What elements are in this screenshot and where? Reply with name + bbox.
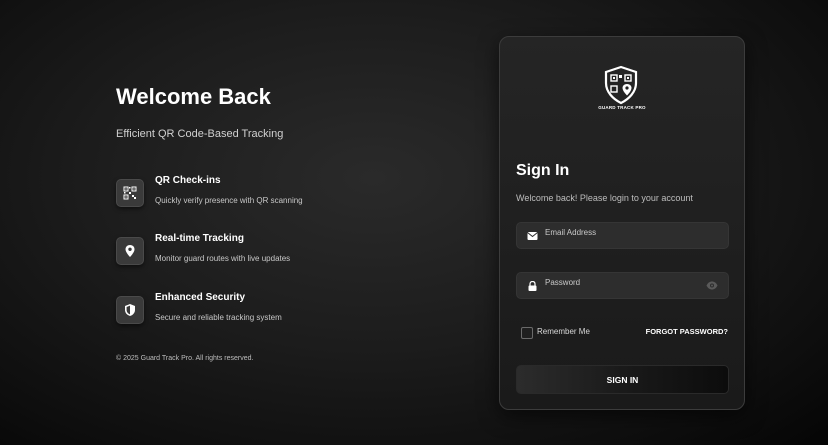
- copyright-text: © 2025 Guard Track Pro. All rights reser…: [116, 355, 254, 362]
- location-pin-icon: [116, 237, 144, 265]
- remember-me-label: Remember Me: [537, 327, 590, 336]
- sign-in-subtitle: Welcome back! Please login to your accou…: [516, 193, 693, 203]
- sign-in-card: GUARD TRACK PRO Sign In Welcome back! Pl…: [499, 36, 745, 410]
- password-field[interactable]: Password: [516, 272, 729, 299]
- feature-realtime-tracking: Real-time Tracking Monitor guard routes …: [116, 233, 436, 277]
- guard-track-pro-logo-icon: [603, 65, 639, 105]
- welcome-title: Welcome Back: [116, 84, 271, 109]
- qr-code-icon: [116, 179, 144, 207]
- lock-icon: [528, 281, 537, 291]
- welcome-subtitle: Efficient QR Code-Based Tracking: [116, 128, 284, 140]
- forgot-password-link[interactable]: FORGOT PASSWORD?: [646, 327, 728, 336]
- brand-name: GUARD TRACK PRO: [598, 105, 646, 110]
- feature-title: QR Check-ins: [155, 175, 221, 186]
- remember-me-checkbox[interactable]: [521, 327, 533, 339]
- envelope-icon: [527, 232, 538, 240]
- email-placeholder: Email Address: [545, 228, 597, 237]
- feature-description: Quickly verify presence with QR scanning: [155, 196, 303, 205]
- sign-in-title: Sign In: [516, 162, 570, 179]
- feature-title: Real-time Tracking: [155, 233, 244, 244]
- feature-description: Monitor guard routes with live updates: [155, 254, 291, 263]
- email-field[interactable]: Email Address: [516, 222, 729, 249]
- feature-description: Secure and reliable tracking system: [155, 313, 282, 322]
- feature-enhanced-security: Enhanced Security Secure and reliable tr…: [116, 292, 436, 336]
- feature-title: Enhanced Security: [155, 292, 246, 303]
- eye-icon[interactable]: [706, 281, 718, 290]
- password-placeholder: Password: [545, 278, 581, 287]
- feature-qr-checkins: QR Check-ins Quickly verify presence wit…: [116, 175, 436, 219]
- shield-icon: [116, 296, 144, 324]
- sign-in-button[interactable]: SIGN IN: [516, 365, 729, 394]
